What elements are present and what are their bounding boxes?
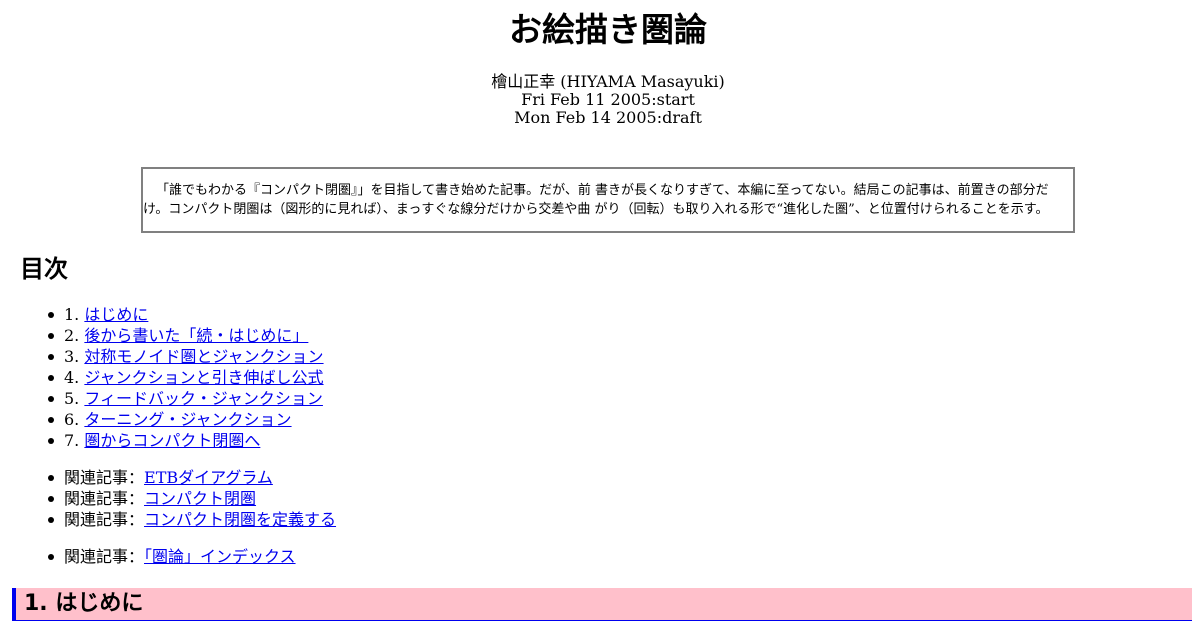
related-link-define-compact-closed[interactable]: コンパクト閉圏を定義する	[144, 510, 336, 529]
related-prefix: 関連記事：	[64, 489, 145, 508]
toc-item: 3. 対称モノイド圏とジャンクション	[48, 346, 324, 367]
toc-number: 2.	[64, 326, 80, 345]
toc-item: 1. はじめに	[48, 304, 324, 325]
related-item: 関連記事：コンパクト閉圏	[47, 488, 336, 509]
related-item: 関連記事：「圏論」インデックス	[48, 546, 296, 567]
toc-item: 2. 後から書いた「続・はじめに」	[48, 325, 324, 346]
toc-number: 5.	[64, 389, 80, 408]
toc-item: 7. 圏からコンパクト閉圏へ	[48, 430, 324, 451]
toc-number: 4.	[64, 368, 80, 387]
abstract-text: 「誰でもわかる『コンパクト閉圏』」を目指して書き始めた記事。だが、前 書きが長く…	[143, 183, 1049, 217]
author-name: 檜山正幸 (HIYAMA Masayuki)	[491, 72, 725, 91]
toc-link-sequel-introduction[interactable]: 後から書いた「続・はじめに」	[84, 326, 308, 345]
section-heading-introduction: 1. はじめに	[12, 588, 1192, 621]
toc-heading: 目次	[20, 255, 68, 283]
toc-item: 4. ジャンクションと引き伸ばし公式	[48, 367, 324, 388]
related-link-category-index[interactable]: 「圏論」インデックス	[144, 547, 296, 566]
related-item: 関連記事：ETBダイアグラム	[47, 467, 336, 488]
toc-number: 1.	[64, 305, 80, 324]
toc-number: 3.	[64, 347, 80, 366]
toc-link-introduction[interactable]: はじめに	[84, 305, 148, 324]
toc-number: 6.	[64, 410, 80, 429]
toc-link-junction-stretch[interactable]: ジャンクションと引き伸ばし公式	[84, 368, 323, 387]
toc-link-turning-junction[interactable]: ターニング・ジャンクション	[84, 410, 291, 429]
related-item: 関連記事：コンパクト閉圏を定義する	[47, 509, 336, 530]
toc-link-compact-closed[interactable]: 圏からコンパクト閉圏へ	[84, 431, 260, 450]
related-prefix: 関連記事：	[64, 547, 145, 566]
toc-number: 7.	[64, 431, 80, 450]
related-prefix: 関連記事：	[64, 510, 145, 529]
abstract-box: 「誰でもわかる『コンパクト閉圏』」を目指して書き始めた記事。だが、前 書きが長く…	[141, 167, 1075, 233]
index-list: 関連記事：「圏論」インデックス	[48, 546, 296, 567]
related-link-etb-diagram[interactable]: ETBダイアグラム	[144, 468, 273, 487]
toc-link-feedback-junction[interactable]: フィードバック・ジャンクション	[84, 389, 323, 408]
related-list: 関連記事：ETBダイアグラム 関連記事：コンパクト閉圏 関連記事：コンパクト閉圏…	[47, 467, 336, 530]
author-block: 檜山正幸 (HIYAMA Masayuki) Fri Feb 11 2005:s…	[0, 73, 1200, 127]
toc-list: 1. はじめに 2. 後から書いた「続・はじめに」 3. 対称モノイド圏とジャン…	[48, 304, 324, 451]
related-link-compact-closed[interactable]: コンパクト閉圏	[144, 489, 256, 508]
page-title: お絵描き圏論	[509, 10, 707, 49]
toc-link-symmetric-monoidal[interactable]: 対称モノイド圏とジャンクション	[84, 347, 323, 366]
toc-item: 5. フィードバック・ジャンクション	[48, 388, 324, 409]
draft-date: Mon Feb 14 2005:draft	[514, 108, 702, 127]
toc-item: 6. ターニング・ジャンクション	[48, 409, 324, 430]
start-date: Fri Feb 11 2005:start	[521, 90, 695, 109]
related-prefix: 関連記事：	[64, 468, 145, 487]
